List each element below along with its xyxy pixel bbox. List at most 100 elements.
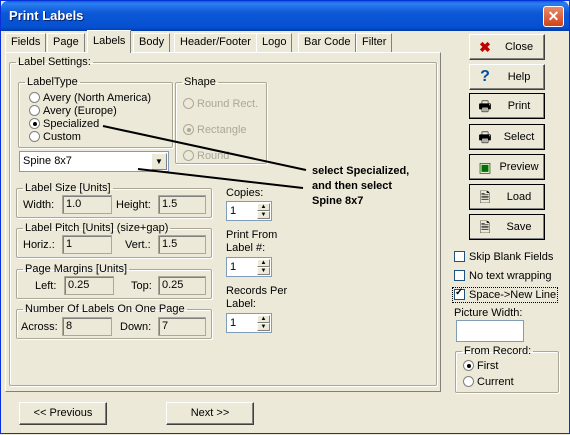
label-type-title: LabelType	[27, 76, 78, 88]
label-type-combo[interactable]: Spine 8x7 ▼	[19, 151, 169, 172]
radio-label: Avery (North America)	[43, 92, 151, 104]
copies-label: Copies:	[226, 187, 264, 199]
copies-value: 1	[230, 205, 237, 217]
left-label: Left:	[35, 280, 57, 292]
print-button[interactable]: 🖶 Print	[469, 93, 545, 119]
annotation-line-1: select Specialized,	[312, 165, 410, 177]
next-button[interactable]: Next >>	[166, 402, 254, 425]
spin-up-icon[interactable]: ▲	[257, 315, 270, 323]
preview-button-label: Preview	[499, 161, 539, 173]
radio-custom[interactable]: Custom	[29, 131, 81, 143]
help-button[interactable]: ? Help	[469, 64, 545, 90]
close-button-label: Close	[504, 41, 534, 53]
radio-round[interactable]: Round	[183, 150, 229, 162]
print-from-label-2: Label #:	[226, 242, 266, 254]
close-x-icon: ✖	[479, 39, 491, 55]
select-button-label: Select	[503, 131, 535, 143]
skip-blank-fields-checkbox[interactable]: Skip Blank Fields	[454, 251, 553, 263]
radio-label: Avery (Europe)	[43, 105, 117, 117]
load-button-label: Load	[506, 191, 532, 203]
chevron-down-icon[interactable]: ▼	[151, 153, 167, 170]
print-button-label: Print	[507, 100, 531, 112]
horiz-field[interactable]: 1	[62, 235, 112, 254]
radio-avery-north-america[interactable]: Avery (North America)	[29, 92, 151, 104]
across-label: Across:	[21, 321, 58, 333]
help-button-label: Help	[507, 71, 531, 83]
tab-logo[interactable]: Logo	[256, 33, 293, 52]
height-label: Height:	[116, 199, 151, 211]
label-pitch-title: Label Pitch [Units] (size+gap)	[25, 222, 169, 234]
radio-label: Custom	[43, 131, 81, 143]
radio-round-rect[interactable]: Round Rect.	[183, 98, 258, 110]
vert-field[interactable]: 1.5	[158, 235, 206, 254]
window-close-icon[interactable]: ✕	[543, 6, 564, 27]
preview-button[interactable]: ▣ Preview	[469, 154, 545, 180]
top-margin-field[interactable]: 0.25	[158, 276, 206, 295]
tab-body[interactable]: Body	[133, 33, 171, 52]
down-label: Down:	[120, 321, 152, 333]
spin-down-icon[interactable]: ▼	[257, 323, 270, 331]
select-button[interactable]: 🖶 Select	[469, 124, 545, 150]
radio-current[interactable]: Current	[463, 376, 514, 388]
printer-select-icon: 🖶	[478, 129, 492, 145]
radio-label: Specialized	[43, 118, 100, 130]
spin-up-icon[interactable]: ▲	[257, 203, 270, 211]
radio-specialized[interactable]: Specialized	[29, 118, 99, 130]
picture-width-label: Picture Width:	[454, 307, 523, 319]
across-field[interactable]: 8	[62, 317, 112, 336]
radio-label: Rectangle	[197, 124, 247, 136]
help-question-icon: ?	[480, 68, 490, 85]
width-label: Width:	[23, 199, 55, 211]
load-button[interactable]: 🗎 Load	[469, 184, 545, 210]
print-from-value: 1	[230, 261, 237, 273]
width-field[interactable]: 1.0	[62, 195, 112, 214]
spin-up-icon[interactable]: ▲	[257, 259, 270, 267]
spin-down-icon[interactable]: ▼	[257, 211, 270, 219]
tab-page[interactable]: Page	[47, 33, 85, 52]
radio-avery-europe[interactable]: Avery (Europe)	[29, 105, 117, 117]
height-field[interactable]: 1.5	[158, 195, 206, 214]
label-settings-title: Label Settings:	[18, 56, 91, 68]
document-load-icon: 🗎	[479, 189, 491, 205]
records-per-label-value: 1	[230, 317, 237, 329]
tab-header-footer[interactable]: Header/Footer	[174, 33, 257, 52]
down-field[interactable]: 7	[158, 317, 206, 336]
print-from-label-1: Print From	[226, 229, 278, 241]
space-new-line-checkbox[interactable]: Space->New Line	[451, 287, 559, 303]
window-title: Print Labels	[9, 8, 84, 23]
checkbox-label: Skip Blank Fields	[469, 251, 554, 263]
radio-rectangle[interactable]: Rectangle	[183, 124, 247, 136]
copies-stepper[interactable]: 1 ▲ ▼	[226, 201, 272, 221]
radio-label: Round	[197, 150, 230, 162]
save-button[interactable]: 🗎 Save	[469, 214, 545, 240]
horiz-label: Horiz.:	[23, 239, 55, 251]
annotation-line-2: and then select	[312, 180, 393, 192]
picture-width-field[interactable]	[456, 320, 524, 342]
records-per-label-2: Label:	[226, 298, 256, 310]
tab-labels[interactable]: Labels	[87, 30, 132, 53]
save-button-label: Save	[506, 221, 532, 233]
records-per-label-1: Records Per	[226, 285, 288, 297]
top-label: Top:	[131, 280, 152, 292]
tab-filter[interactable]: Filter	[356, 33, 393, 52]
document-save-icon: 🗎	[479, 219, 491, 235]
checkbox-label: No text wrapping	[469, 270, 552, 282]
left-margin-field[interactable]: 0.25	[64, 276, 114, 295]
annotation-line-3: Spine 8x7	[312, 195, 364, 207]
tab-bar-code[interactable]: Bar Code	[298, 33, 357, 52]
shape-title: Shape	[184, 76, 216, 88]
page-margins-title: Page Margins [Units]	[25, 263, 128, 275]
print-from-stepper[interactable]: 1 ▲ ▼	[226, 257, 272, 277]
print-labels-window: Print Labels ✕ Fields Page Labels Body H…	[0, 0, 570, 434]
printer-icon: 🖶	[478, 98, 492, 114]
previous-button[interactable]: << Previous	[19, 402, 107, 425]
vert-label: Vert.:	[125, 239, 151, 251]
monitor-preview-icon: ▣	[478, 159, 492, 175]
combo-value: Spine 8x7	[23, 155, 72, 167]
close-button[interactable]: ✖ Close	[469, 34, 545, 60]
tab-fields[interactable]: Fields	[5, 33, 47, 52]
no-text-wrapping-checkbox[interactable]: No text wrapping	[454, 270, 552, 282]
spin-down-icon[interactable]: ▼	[257, 267, 270, 275]
radio-first[interactable]: First	[463, 360, 498, 372]
records-per-label-stepper[interactable]: 1 ▲ ▼	[226, 313, 272, 333]
